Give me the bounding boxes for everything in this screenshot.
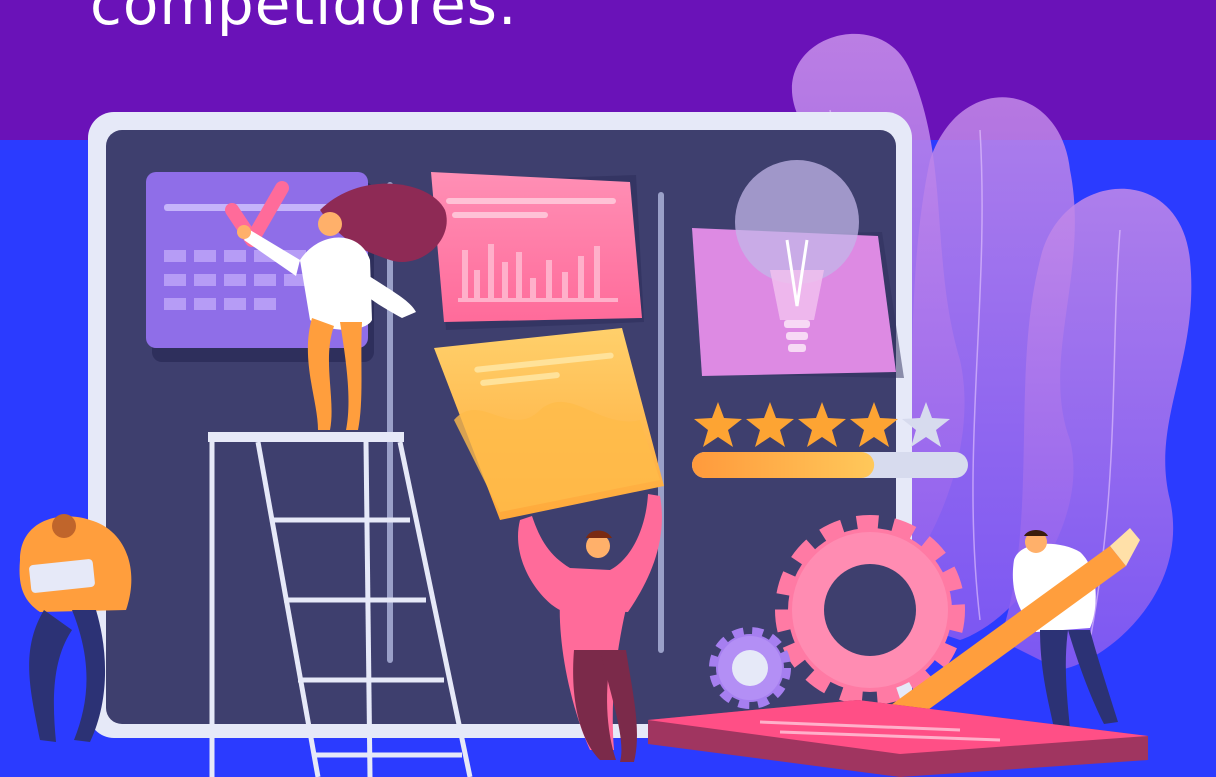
illustration-scene (19, 33, 1192, 777)
small-gear-icon (709, 627, 791, 709)
rating-progress-bar (692, 452, 968, 478)
large-gear-icon (775, 515, 965, 705)
rating-progress-fill (692, 452, 875, 478)
bar-chart-note (431, 172, 644, 330)
